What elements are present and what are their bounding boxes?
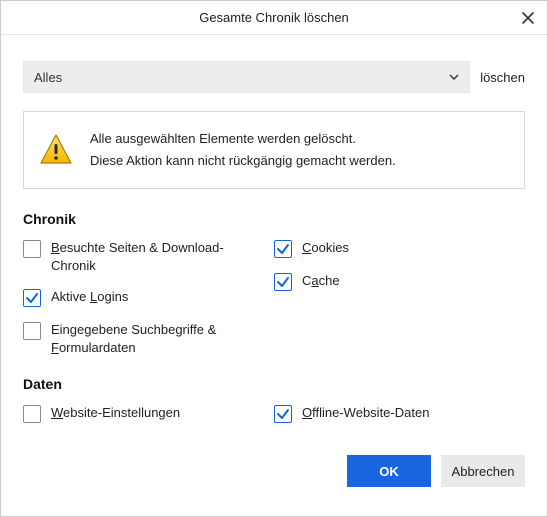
label-active-logins[interactable]: Aktive Logins — [51, 288, 128, 306]
section-daten-title: Daten — [23, 376, 525, 392]
warning-line-1: Alle ausgewählten Elemente werden gelösc… — [90, 128, 396, 150]
ok-button[interactable]: OK — [347, 455, 431, 487]
label-cache[interactable]: Cache — [302, 272, 340, 290]
close-button[interactable] — [519, 9, 537, 27]
time-range-select[interactable]: Alles — [23, 61, 470, 93]
label-form-data[interactable]: Eingegebene Suchbegriffe & Formulardaten — [51, 321, 260, 356]
label-cookies[interactable]: Cookies — [302, 239, 349, 257]
warning-icon — [38, 132, 74, 168]
time-range-value: Alles — [34, 70, 62, 85]
section-chronik-title: Chronik — [23, 211, 525, 227]
close-icon — [522, 12, 534, 24]
label-site-settings[interactable]: Website-Einstellungen — [51, 404, 180, 422]
cancel-button[interactable]: Abbrechen — [441, 455, 525, 487]
checkbox-active-logins[interactable] — [23, 289, 41, 307]
checkbox-cookies[interactable] — [274, 240, 292, 258]
checkbox-site-settings[interactable] — [23, 405, 41, 423]
label-offline-data[interactable]: Offline-Website-Daten — [302, 404, 429, 422]
checkbox-offline-data[interactable] — [274, 405, 292, 423]
chevron-down-icon — [449, 74, 459, 80]
title-bar: Gesamte Chronik löschen — [1, 1, 547, 35]
checkbox-form-data[interactable] — [23, 322, 41, 340]
time-range-suffix: löschen — [480, 70, 525, 85]
warning-line-2: Diese Aktion kann nicht rückgängig gemac… — [90, 150, 396, 172]
warning-box: Alle ausgewählten Elemente werden gelösc… — [23, 111, 525, 189]
label-visited-pages[interactable]: Besuchte Seiten & Download-Chronik — [51, 239, 260, 274]
dialog-title: Gesamte Chronik löschen — [1, 10, 547, 25]
checkbox-cache[interactable] — [274, 273, 292, 291]
checkbox-visited-pages[interactable] — [23, 240, 41, 258]
